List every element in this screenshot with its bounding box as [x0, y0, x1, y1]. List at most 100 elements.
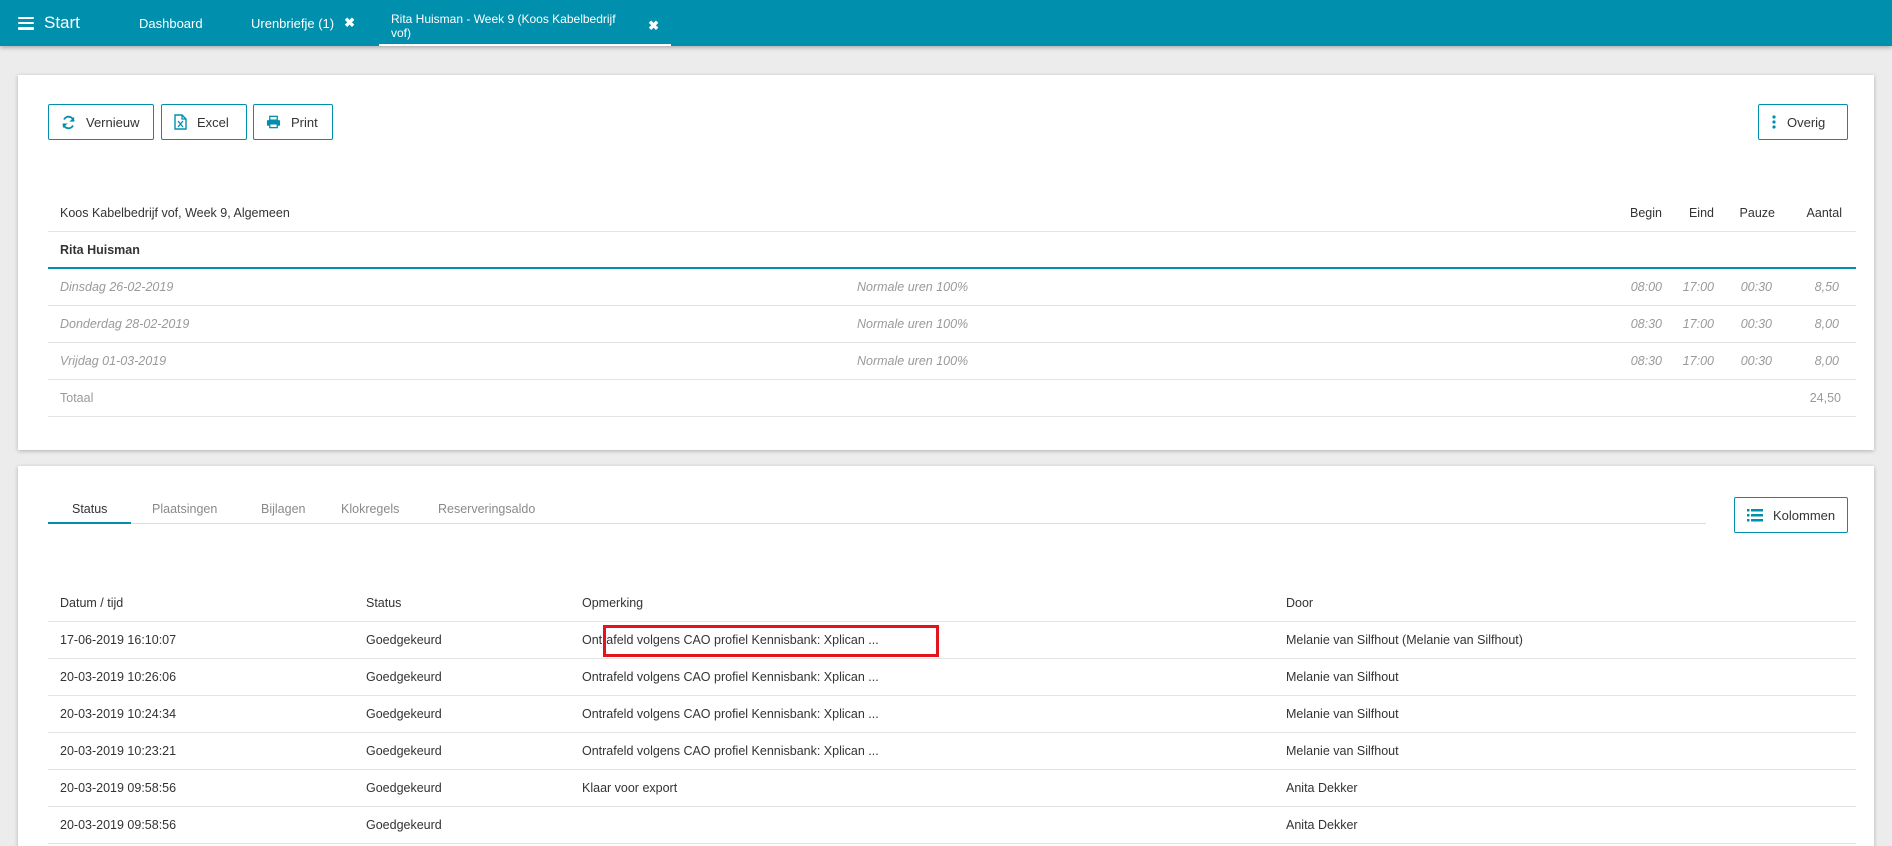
tab-urenbriefje-label: Urenbriefje (1) [251, 15, 335, 31]
excel-button[interactable]: Excel [161, 104, 247, 140]
excel-file-icon [174, 114, 187, 130]
detail-tab-bar: Status Plaatsingen Bijlagen Klokregels R… [48, 500, 1706, 524]
column-eind: Eind [1688, 206, 1714, 220]
entry-pauze: 00:30 [1740, 354, 1772, 368]
highlight-box [603, 625, 939, 657]
header-remark: Opmerking [582, 596, 644, 610]
close-icon[interactable]: ✖ [344, 15, 355, 31]
total-label: Totaal [60, 391, 94, 405]
timesheet-entry-row[interactable]: Vrijdag 01-03-2019 Normale uren 100% 08:… [48, 343, 1856, 380]
row-datetime: 20-03-2019 09:58:56 [60, 818, 177, 832]
timesheet-header-row: Koos Kabelbedrijf vof, Week 9, Algemeen … [48, 195, 1856, 232]
total-value: 24,50 [1809, 391, 1841, 405]
entry-begin: 08:30 [1630, 354, 1662, 368]
tab-status[interactable]: Status [48, 500, 132, 524]
timesheet-total-row: Totaal 24,50 [48, 380, 1856, 417]
timesheet-entry-row[interactable]: Donderdag 28-02-2019 Normale uren 100% 0… [48, 306, 1856, 343]
table-row[interactable]: 20-03-2019 09:58:56 Goedgekeurd Anita De… [48, 807, 1856, 844]
print-button[interactable]: Print [253, 104, 333, 140]
timesheet-card: Vernieuw Excel Print Overig Koos Kabelbe… [18, 75, 1874, 450]
entry-eind: 17:00 [1682, 317, 1714, 331]
start-menu-button[interactable]: Start [18, 13, 80, 33]
entry-aantal: 8,00 [1814, 317, 1839, 331]
tab-urenbriefje[interactable]: Urenbriefje (1) ✖ [251, 0, 355, 46]
row-status: Goedgekeurd [366, 633, 442, 647]
row-datetime: 20-03-2019 10:23:21 [60, 744, 177, 758]
row-by: Melanie van Silfhout [1286, 744, 1399, 758]
printer-icon [266, 115, 281, 129]
more-vertical-icon [1771, 115, 1777, 129]
header-status: Status [366, 596, 402, 610]
row-datetime: 20-03-2019 10:26:06 [60, 670, 177, 684]
tab-plaatsingen[interactable]: Plaatsingen [128, 500, 241, 524]
column-aantal: Aantal [1806, 206, 1842, 220]
entry-eind: 17:00 [1682, 280, 1714, 294]
entry-pauze: 00:30 [1740, 317, 1772, 331]
columns-button[interactable]: Kolommen [1734, 497, 1848, 533]
entry-date: Donderdag 28-02-2019 [60, 317, 190, 331]
header-datetime: Datum / tijd [60, 596, 124, 610]
employee-name: Rita Huisman [60, 243, 140, 257]
table-row[interactable]: 20-03-2019 10:26:06 Goedgekeurd Ontrafel… [48, 659, 1856, 696]
refresh-icon [61, 115, 76, 130]
table-row[interactable]: 17-06-2019 16:10:07 Goedgekeurd Ontrafel… [48, 622, 1856, 659]
columns-label: Kolommen [1773, 507, 1836, 523]
more-options-button[interactable]: Overig [1758, 104, 1848, 140]
row-by: Melanie van Silfhout [1286, 670, 1399, 684]
entry-type: Normale uren 100% [857, 317, 969, 331]
timesheet-table: Koos Kabelbedrijf vof, Week 9, Algemeen … [48, 195, 1856, 417]
tab-dashboard-label: Dashboard [139, 15, 203, 31]
table-row[interactable]: 20-03-2019 10:23:21 Goedgekeurd Ontrafel… [48, 733, 1856, 770]
tab-rita-huisman-week-9[interactable]: Rita Huisman - Week 9 (Koos Kabelbedrijf… [379, 0, 671, 46]
row-status: Goedgekeurd [366, 707, 442, 721]
start-label: Start [44, 13, 80, 32]
tab-rita-huisman-label: Rita Huisman - Week 9 (Koos Kabelbedrijf… [391, 12, 616, 40]
entry-type: Normale uren 100% [857, 354, 969, 368]
details-card: Status Plaatsingen Bijlagen Klokregels R… [18, 466, 1874, 846]
entry-type: Normale uren 100% [857, 280, 969, 294]
print-label: Print [291, 114, 318, 130]
header-by: Door [1286, 596, 1314, 610]
entry-eind: 17:00 [1682, 354, 1714, 368]
timesheet-entry-row[interactable]: Dinsdag 26-02-2019 Normale uren 100% 08:… [48, 269, 1856, 306]
table-row[interactable]: 20-03-2019 10:24:34 Goedgekeurd Ontrafel… [48, 696, 1856, 733]
refresh-button[interactable]: Vernieuw [48, 104, 154, 140]
status-header-row: Datum / tijd Status Opmerking Door [48, 585, 1856, 622]
row-status: Goedgekeurd [366, 744, 442, 758]
entry-aantal: 8,50 [1814, 280, 1839, 294]
row-status: Goedgekeurd [366, 670, 442, 684]
table-row[interactable]: 20-03-2019 09:58:56 Goedgekeurd Klaar vo… [48, 770, 1856, 807]
tab-klokregels[interactable]: Klokregels [317, 500, 423, 524]
row-by: Anita Dekker [1286, 781, 1358, 795]
row-by: Melanie van Silfhout (Melanie van Silfho… [1286, 633, 1523, 647]
row-remark: Ontrafeld volgens CAO profiel Kennisbank… [582, 744, 879, 758]
list-icon [1747, 508, 1763, 522]
tab-dashboard[interactable]: Dashboard [139, 0, 203, 46]
row-by: Anita Dekker [1286, 818, 1358, 832]
row-datetime: 17-06-2019 16:10:07 [60, 633, 177, 647]
tab-reserveringsaldo[interactable]: Reserveringsaldo [414, 500, 559, 524]
close-icon[interactable]: ✖ [648, 18, 659, 34]
menu-icon [18, 16, 34, 30]
row-remark: Ontrafeld volgens CAO profiel Kennisbank… [582, 707, 879, 721]
refresh-label: Vernieuw [86, 114, 140, 130]
top-navigation-bar: Start Dashboard Urenbriefje (1) ✖ Rita H… [0, 0, 1892, 46]
employee-row: Rita Huisman [48, 232, 1856, 269]
entry-date: Vrijdag 01-03-2019 [60, 354, 167, 368]
column-begin: Begin [1630, 206, 1662, 220]
tab-bijlagen[interactable]: Bijlagen [237, 500, 329, 524]
row-datetime: 20-03-2019 09:58:56 [60, 781, 177, 795]
entry-begin: 08:30 [1630, 317, 1662, 331]
status-table: Datum / tijd Status Opmerking Door 17-06… [48, 585, 1856, 844]
row-status: Goedgekeurd [366, 818, 442, 832]
entry-begin: 08:00 [1630, 280, 1662, 294]
row-datetime: 20-03-2019 10:24:34 [60, 707, 177, 721]
row-remark: Ontrafeld volgens CAO profiel Kennisbank… [582, 670, 879, 684]
row-by: Melanie van Silfhout [1286, 707, 1399, 721]
column-pauze: Pauze [1739, 206, 1775, 220]
more-label: Overig [1787, 114, 1826, 130]
row-remark: Klaar voor export [582, 781, 678, 795]
timesheet-title: Koos Kabelbedrijf vof, Week 9, Algemeen [60, 206, 290, 220]
excel-label: Excel [197, 114, 229, 130]
row-status: Goedgekeurd [366, 781, 442, 795]
